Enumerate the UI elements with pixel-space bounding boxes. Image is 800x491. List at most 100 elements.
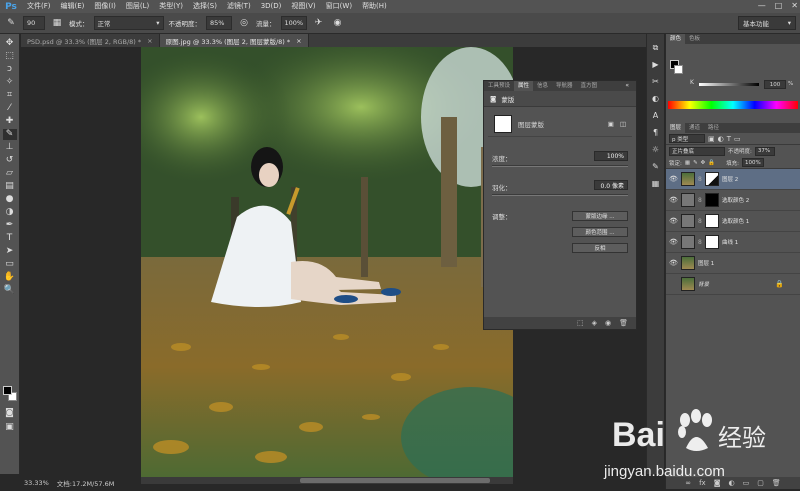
apply-mask-icon[interactable]: ◈ [592, 319, 597, 327]
menu-help[interactable]: 帮助(H) [357, 0, 392, 13]
pen-tool-icon[interactable]: ✒ [3, 220, 17, 231]
lock-all-icon[interactable]: 🔒 [708, 160, 715, 166]
color-swatches[interactable] [3, 386, 18, 402]
lock-move-icon[interactable]: ✥ [701, 160, 706, 166]
link-icon[interactable]: 8 [698, 176, 702, 183]
adjustments-panel-icon[interactable]: ◐ [650, 93, 662, 104]
feather-field[interactable]: 0.0 像素 [594, 180, 628, 190]
k-slider[interactable] [699, 83, 759, 86]
fill-field[interactable]: 100% [742, 158, 764, 167]
filter-adjust-icon[interactable]: ◐ [718, 135, 724, 143]
crop-tool-icon[interactable]: ⌗ [3, 90, 17, 101]
gradient-tool-icon[interactable]: ▤ [3, 181, 17, 192]
maximize-button[interactable]: □ [775, 1, 783, 10]
density-field[interactable]: 100% [594, 151, 628, 161]
layer-row[interactable]: 👁 8 选取颜色 2 [666, 190, 800, 211]
color-range-button[interactable]: 颜色范围 ... [572, 227, 628, 237]
tools-panel-icon[interactable]: ✂ [650, 76, 662, 87]
layer-opacity-field[interactable]: 37% [754, 146, 775, 156]
invert-button[interactable]: 反相 [572, 243, 628, 253]
brush-tool-preset-icon[interactable]: ✎ [4, 16, 18, 30]
filter-pixel-icon[interactable]: ▣ [708, 135, 715, 143]
zoom-level[interactable]: 33.33% [24, 479, 49, 487]
delete-mask-icon[interactable]: 🗑 [619, 319, 628, 327]
background-color-swatch[interactable] [674, 65, 683, 74]
path-selection-tool-icon[interactable]: ➤ [3, 246, 17, 257]
toggle-mask-icon[interactable]: ◉ [605, 319, 611, 327]
eye-icon[interactable]: 👁 [669, 175, 678, 183]
lock-paint-icon[interactable]: ✎ [693, 160, 698, 166]
quick-mask-icon[interactable]: ◙ [3, 408, 17, 419]
feather-slider[interactable] [492, 194, 628, 196]
lasso-tool-icon[interactable]: ↄ [3, 64, 17, 75]
pressure-size-icon[interactable]: ◉ [331, 16, 345, 30]
type-tool-icon[interactable]: T [3, 233, 17, 244]
zoom-tool-icon[interactable]: 🔍 [3, 285, 17, 296]
character-panel-icon[interactable]: A [650, 110, 662, 121]
close-icon[interactable]: × [147, 37, 152, 45]
link-icon[interactable]: 8 [698, 197, 702, 204]
filter-type-icon[interactable]: T [727, 135, 731, 143]
density-slider[interactable] [492, 165, 628, 167]
filter-shape-icon[interactable]: ▭ [734, 135, 741, 143]
tab-info[interactable]: 信息 [533, 81, 552, 91]
doc-tab-original[interactable]: 原图.jpg @ 33.3% (图层 2, 图层蒙版/8) * × [159, 34, 309, 47]
healing-brush-tool-icon[interactable]: ✚ [3, 116, 17, 127]
layer-row[interactable]: 👁 8 图层 2 [666, 169, 800, 190]
link-icon[interactable]: 8 [698, 239, 702, 246]
airbrush-icon[interactable]: ✈ [312, 16, 326, 30]
magic-wand-tool-icon[interactable]: ✧ [3, 77, 17, 88]
workspace-switcher[interactable]: 基本功能 ▾ [738, 16, 796, 30]
menu-file[interactable]: 文件(F) [22, 0, 56, 13]
doc-tab-psd[interactable]: PSD.psd @ 33.3% (图层 2, RGB/8) * × [21, 34, 160, 47]
menu-filter[interactable]: 滤镜(T) [222, 0, 256, 13]
opacity-field[interactable]: 85% [206, 16, 232, 30]
color-spectrum[interactable] [668, 101, 798, 109]
eraser-tool-icon[interactable]: ▱ [3, 168, 17, 179]
layer-kind-select[interactable]: p 类型 [669, 134, 705, 143]
eye-icon[interactable]: 👁 [669, 259, 678, 267]
tab-tool-presets[interactable]: 工具预设 [484, 81, 514, 91]
tab-color[interactable]: 颜色 [666, 34, 686, 44]
menu-select[interactable]: 选择(S) [188, 0, 222, 13]
marquee-tool-icon[interactable]: ⬚ [3, 51, 17, 62]
layer-mask-thumbnail[interactable] [705, 172, 719, 186]
menu-view[interactable]: 视图(V) [286, 0, 320, 13]
menu-edit[interactable]: 编辑(E) [56, 0, 90, 13]
layer-row[interactable]: 👁 8 曲线 1 [666, 232, 800, 253]
move-tool-icon[interactable]: ✥ [3, 38, 17, 49]
history-brush-tool-icon[interactable]: ↺ [3, 155, 17, 166]
clone-stamp-tool-icon[interactable]: ⊥ [3, 142, 17, 153]
canvas-image[interactable] [141, 47, 513, 477]
brush-tool-icon[interactable]: ✎ [2, 129, 17, 140]
scrollbar-thumb[interactable] [300, 478, 490, 483]
load-selection-icon[interactable]: ⬚ [577, 319, 584, 327]
close-icon[interactable]: × [296, 37, 301, 45]
k-field[interactable]: 100 [764, 80, 786, 89]
layer-row[interactable]: 背景 🔒 [666, 274, 800, 295]
collapse-panel-icon[interactable]: « [621, 81, 633, 91]
layer-row[interactable]: 👁 图层 1 [666, 253, 800, 274]
layer-row[interactable]: 👁 8 选取颜色 1 [666, 211, 800, 232]
foreground-color-swatch[interactable] [3, 386, 12, 395]
layer-mask-thumbnail[interactable] [705, 235, 719, 249]
tab-paths[interactable]: 路径 [704, 123, 723, 133]
screen-mode-icon[interactable]: ▣ [3, 422, 17, 433]
dodge-tool-icon[interactable]: ◑ [3, 207, 17, 218]
close-button[interactable]: ✕ [791, 1, 798, 10]
brush-panel-icon[interactable]: ▦ [50, 16, 64, 30]
tab-histogram[interactable]: 直方图 [577, 81, 602, 91]
tab-swatches[interactable]: 色板 [685, 34, 704, 44]
actions-panel-icon[interactable]: ▶ [650, 59, 662, 70]
tab-navigator[interactable]: 导航器 [552, 81, 577, 91]
menu-window[interactable]: 窗口(W) [321, 0, 357, 13]
tab-properties[interactable]: 属性 [514, 81, 534, 91]
layer-mask-thumbnail[interactable] [705, 193, 719, 207]
pressure-opacity-icon[interactable]: ◎ [237, 16, 251, 30]
menu-type[interactable]: 类型(Y) [154, 0, 188, 13]
blend-mode-select[interactable]: 正片叠底 [669, 146, 725, 156]
paragraph-panel-icon[interactable]: ¶ [650, 127, 662, 138]
link-icon[interactable]: 8 [698, 218, 702, 225]
brush-size-picker[interactable]: 90 [23, 16, 45, 30]
menu-image[interactable]: 图像(I) [89, 0, 121, 13]
